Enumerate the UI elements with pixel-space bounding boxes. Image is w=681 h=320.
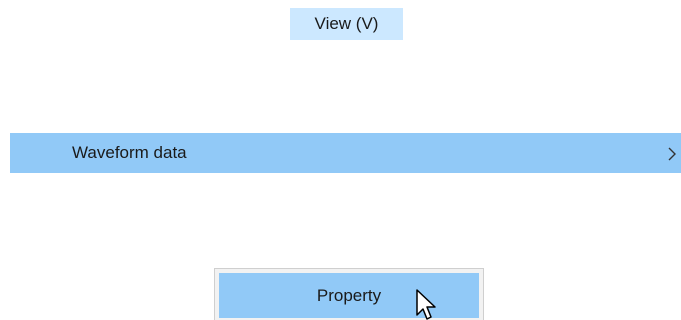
mouse-cursor-icon xyxy=(416,289,440,320)
menu-item-property[interactable]: Property xyxy=(219,273,479,318)
chevron-right-icon xyxy=(667,146,677,161)
menu-item-waveform-data[interactable]: Waveform data xyxy=(10,133,681,173)
menu-view[interactable]: View (V) xyxy=(290,8,403,40)
menu-item-waveform-data-label: Waveform data xyxy=(72,143,187,162)
screenshot-canvas: View (V) Waveform data Property xyxy=(0,0,681,320)
